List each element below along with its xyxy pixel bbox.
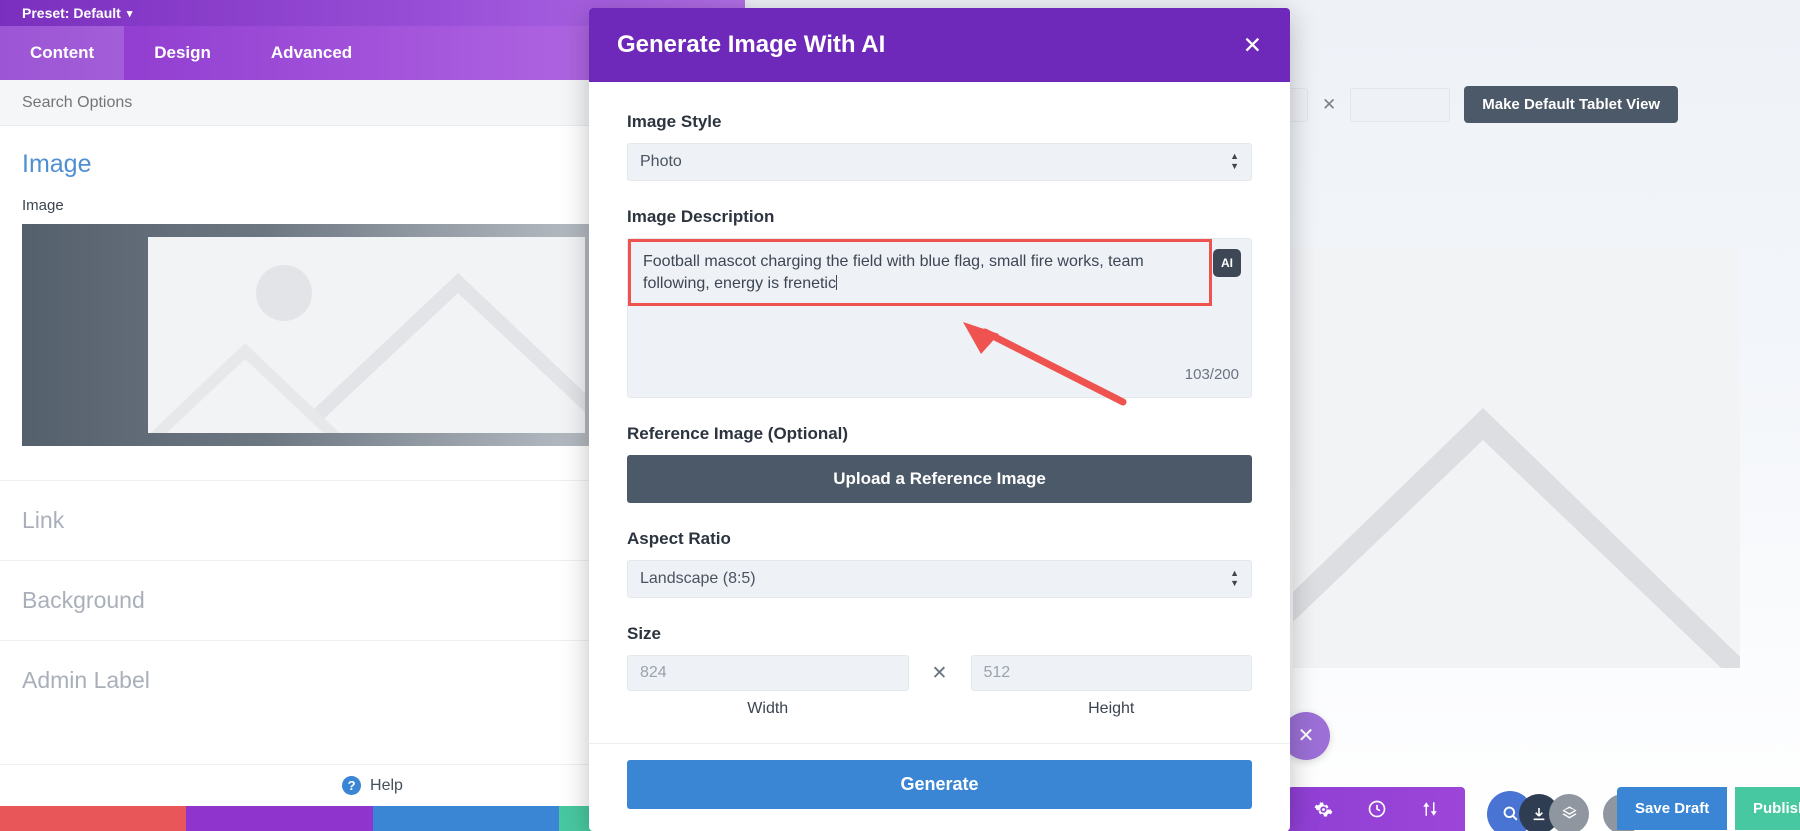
tab-advanced[interactable]: Advanced — [241, 26, 382, 80]
preset-label: Preset: Default — [22, 5, 121, 21]
height-caption: Height — [1088, 700, 1135, 717]
height-input[interactable]: 512 — [970, 655, 1252, 691]
image-placeholder-graphic — [148, 237, 585, 433]
image-description-value: Football mascot charging the field with … — [643, 253, 1144, 292]
size-row: 824 ✕ 512 — [627, 655, 1252, 691]
size-label: Size — [627, 624, 662, 643]
upload-reference-image-button[interactable]: Upload a Reference Image — [627, 455, 1252, 503]
chevron-down-icon: ▾ — [126, 7, 133, 20]
layers-icon[interactable] — [1549, 793, 1589, 831]
size-separator-icon: ✕ — [931, 662, 948, 684]
builder-bottom-toolbar: ? — [1288, 787, 1643, 831]
footer-action-undo[interactable] — [186, 806, 373, 831]
make-default-tablet-view-button[interactable]: Make Default Tablet View — [1464, 86, 1679, 123]
canvas-image-placeholder — [1293, 248, 1740, 668]
gear-icon[interactable] — [1314, 800, 1333, 824]
image-description-wrap: Football mascot charging the field with … — [627, 238, 1252, 398]
image-description-label: Image Description — [627, 207, 775, 226]
image-style-select[interactable]: Photo ▲ ▼ — [627, 143, 1252, 181]
canvas-mountain-inner-shape — [1293, 440, 1740, 668]
size-separator-icon: ✕ — [1322, 94, 1337, 114]
text-caret — [835, 274, 837, 290]
footer-action-redo[interactable] — [372, 806, 559, 831]
size-captions: Width Height — [627, 700, 1252, 718]
modal-header: Generate Image With AI ✕ — [589, 8, 1290, 82]
width-caption: Width — [747, 700, 789, 717]
chevron-updown-icon: ▲ ▼ — [1230, 568, 1239, 588]
image-style-value: Photo — [640, 153, 682, 170]
aspect-ratio-select[interactable]: Landscape (8:5) ▲ ▼ — [627, 560, 1252, 598]
sort-updown-icon[interactable] — [1421, 799, 1439, 824]
builder-screen: 3px ✕ Make Default Tablet View ✕ — [0, 0, 1800, 831]
mountain-small-inner-shape — [156, 359, 334, 433]
modal-close-button[interactable]: ✕ — [1243, 33, 1262, 57]
tab-content[interactable]: Content — [0, 26, 125, 80]
tab-design[interactable]: Design — [124, 26, 241, 80]
publish-button[interactable]: Publish — [1735, 787, 1800, 830]
image-style-label: Image Style — [627, 112, 722, 131]
ai-badge-icon[interactable]: AI — [1213, 249, 1241, 277]
question-mark-icon: ? — [342, 776, 362, 795]
reference-image-label: Reference Image (Optional) — [627, 424, 849, 443]
aspect-ratio-label: Aspect Ratio — [627, 529, 731, 548]
chevron-updown-icon: ▲ ▼ — [1230, 151, 1239, 171]
help-label: Help — [370, 776, 403, 794]
viewport-height-input[interactable] — [1350, 87, 1451, 122]
builder-tool-pill — [1288, 787, 1465, 831]
save-draft-button[interactable]: Save Draft — [1617, 787, 1728, 830]
footer-action-delete[interactable] — [0, 806, 187, 831]
aspect-ratio-value: Landscape (8:5) — [640, 570, 756, 587]
character-counter: 103/200 — [1184, 366, 1239, 383]
modal-title: Generate Image With AI — [617, 31, 886, 58]
width-input[interactable]: 824 — [627, 655, 909, 691]
search-input[interactable] — [22, 93, 422, 112]
clock-icon[interactable] — [1367, 799, 1387, 824]
modal-body: Image Style Photo ▲ ▼ Image Description F… — [589, 82, 1290, 743]
responsive-size-bar: 3px ✕ Make Default Tablet View — [1230, 86, 1679, 123]
modal-footer: Generate — [589, 743, 1290, 831]
close-icon: ✕ — [1297, 725, 1315, 747]
generate-button[interactable]: Generate — [627, 760, 1252, 809]
generate-image-modal: Generate Image With AI ✕ Image Style Pho… — [589, 8, 1290, 831]
image-description-textarea[interactable]: Football mascot charging the field with … — [628, 239, 1212, 307]
